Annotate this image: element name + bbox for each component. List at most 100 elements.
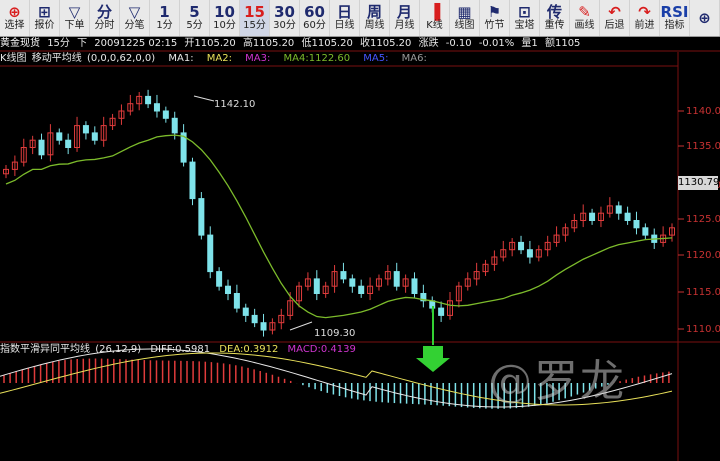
candle-body (518, 241, 525, 251)
toolbar-button-线图[interactable]: ▦ 线图 (450, 0, 480, 36)
toolbar-button-1分[interactable]: 1 1分 (150, 0, 180, 36)
candle-body (535, 249, 542, 258)
candle-body (82, 125, 89, 134)
ma5-value: MA5: (363, 53, 389, 64)
candle-body (411, 278, 418, 294)
axis-label: 1140.00 (686, 106, 720, 117)
toolbar-button-竹节[interactable]: ⚑ 竹节 (480, 0, 510, 36)
candle-body (669, 227, 675, 236)
toolbar-button-重传[interactable]: 传重传 (540, 0, 570, 36)
toolbar-icon: ▐ (428, 3, 441, 21)
candle-body (153, 103, 160, 112)
toolbar-button-月线[interactable]: 月月线 (390, 0, 420, 36)
candle-body (651, 234, 658, 243)
toolbar-button-5分[interactable]: 5 5分 (180, 0, 210, 36)
toolbar-button-分笔[interactable]: ▽ 分笔 (120, 0, 150, 36)
toolbar-label: 60分 (303, 20, 326, 31)
symbol-name: 黄金现货 (0, 38, 40, 49)
toolbar-button-指标[interactable]: RSI 指标 (660, 0, 690, 36)
toolbar-label: 后退 (604, 20, 625, 31)
candle-body (287, 300, 294, 316)
toolbar-icon: 传 (546, 3, 562, 21)
candle-body (216, 271, 223, 287)
candle-body (180, 132, 187, 163)
candle-body (642, 227, 649, 236)
candle-body (447, 300, 453, 316)
toolbar-button-画线[interactable]: ✎ 画线 (570, 0, 600, 36)
candle-body (296, 285, 303, 302)
candle-body (198, 198, 205, 236)
toolbar-label: 画线 (574, 20, 595, 31)
candle-body (145, 95, 152, 105)
toolbar-label: 1分 (156, 20, 173, 31)
toolbar-button-下单[interactable]: ▽ 下单 (60, 0, 90, 36)
low-marker-line (289, 321, 313, 331)
toolbar-label: 10分 (213, 20, 236, 31)
toolbar-label: 分时 (94, 20, 115, 31)
candle-body (242, 307, 249, 316)
ma-indicator-name[interactable]: 移动平均线 (32, 53, 82, 64)
candle-body (589, 212, 596, 221)
toolbar-button-K线[interactable]: ▐ K线 (420, 0, 450, 36)
toolbar-button-more[interactable]: ⊕ (690, 0, 720, 36)
candle-body (491, 256, 498, 265)
change-label: 涨跌 (418, 38, 439, 49)
axis-label: 1135.00 (686, 141, 720, 152)
high-price: 高1105.20 (242, 38, 295, 49)
toolbar-icon: ↶ (608, 3, 621, 21)
candle-body (624, 212, 631, 221)
candle-body (136, 95, 143, 105)
toolbar-icon: ▦ (457, 3, 472, 21)
toolbar-icon: 月 (396, 3, 412, 21)
toolbar-icon: 周 (366, 3, 382, 21)
price-axis: 1140.001135.001130.001125.001120.001115.… (678, 106, 720, 335)
amount: 额1105 (544, 38, 581, 49)
candle-body (20, 147, 27, 163)
candle-body (74, 125, 81, 148)
macd-params: (26,12,9) (95, 344, 142, 355)
period-label: 15分 (47, 38, 70, 49)
toolbar-button-前进[interactable]: ↷ 前进 (630, 0, 660, 36)
toolbar-label: 分笔 (124, 20, 145, 31)
toolbar-label: 竹节 (484, 20, 505, 31)
toolbar-button-报价[interactable]: ⊞ 报价 (30, 0, 60, 36)
toolbar-button-60分[interactable]: 60 60分 (300, 0, 330, 36)
candle-body (633, 220, 640, 229)
toolbar-icon: 5 (189, 3, 200, 21)
close-price: 收1105.20 (360, 38, 412, 49)
toolbar-button-日线[interactable]: 日日线 (330, 0, 360, 36)
diff-value: DIFF:0.5981 (150, 344, 211, 355)
watermark: @罗龙 (488, 356, 626, 407)
change-percent: -0.01% (478, 38, 515, 49)
toolbar-button-后退[interactable]: ↶ 后退 (600, 0, 630, 36)
toolbar-icon: 60 (304, 3, 325, 21)
toolbar-icon: ▽ (128, 3, 141, 21)
toolbar-label: 下单 (64, 20, 85, 31)
toolbar-button-周线[interactable]: 周周线 (360, 0, 390, 36)
macd-indicator-bar: 指数平滑异同平均线 (26,12,9) DIFF:0.5981 DEA:0.39… (0, 343, 680, 357)
toolbar-label: 重传 (544, 20, 565, 31)
toolbar-label: 宝塔 (514, 20, 535, 31)
toolbar-button-30分[interactable]: 30 30分 (270, 0, 300, 36)
toolbar-button-宝塔[interactable]: ⊡ 宝塔 (510, 0, 540, 36)
toolbar-button-10分[interactable]: 10 10分 (210, 0, 240, 36)
change-value: -0.10 (445, 38, 472, 49)
candle-body (606, 205, 613, 214)
dea-value: DEA:0.3912 (219, 344, 279, 355)
candle-body (29, 139, 36, 148)
toolbar-icon: 日 (336, 3, 352, 21)
candlesticks (3, 89, 675, 337)
toolbar-button-分时[interactable]: 分分时 (90, 0, 120, 36)
candle-body (331, 271, 338, 287)
candle-body (118, 110, 125, 119)
toolbar-label: 报价 (34, 20, 55, 31)
toolbar-button-15分[interactable]: 15 15分 (240, 0, 270, 36)
ma-params: (0,0,0,62,0,0) (86, 53, 156, 64)
ma4-line (5, 134, 673, 319)
toolbar-button-选择[interactable]: ⊕ 选择 (0, 0, 30, 36)
macd-indicator-name[interactable]: 指数平滑异同平均线 (0, 344, 90, 355)
candle-body (526, 249, 533, 258)
candle-body (429, 300, 436, 309)
candle-body (509, 241, 516, 251)
axis-label: 1110.00 (686, 324, 720, 335)
